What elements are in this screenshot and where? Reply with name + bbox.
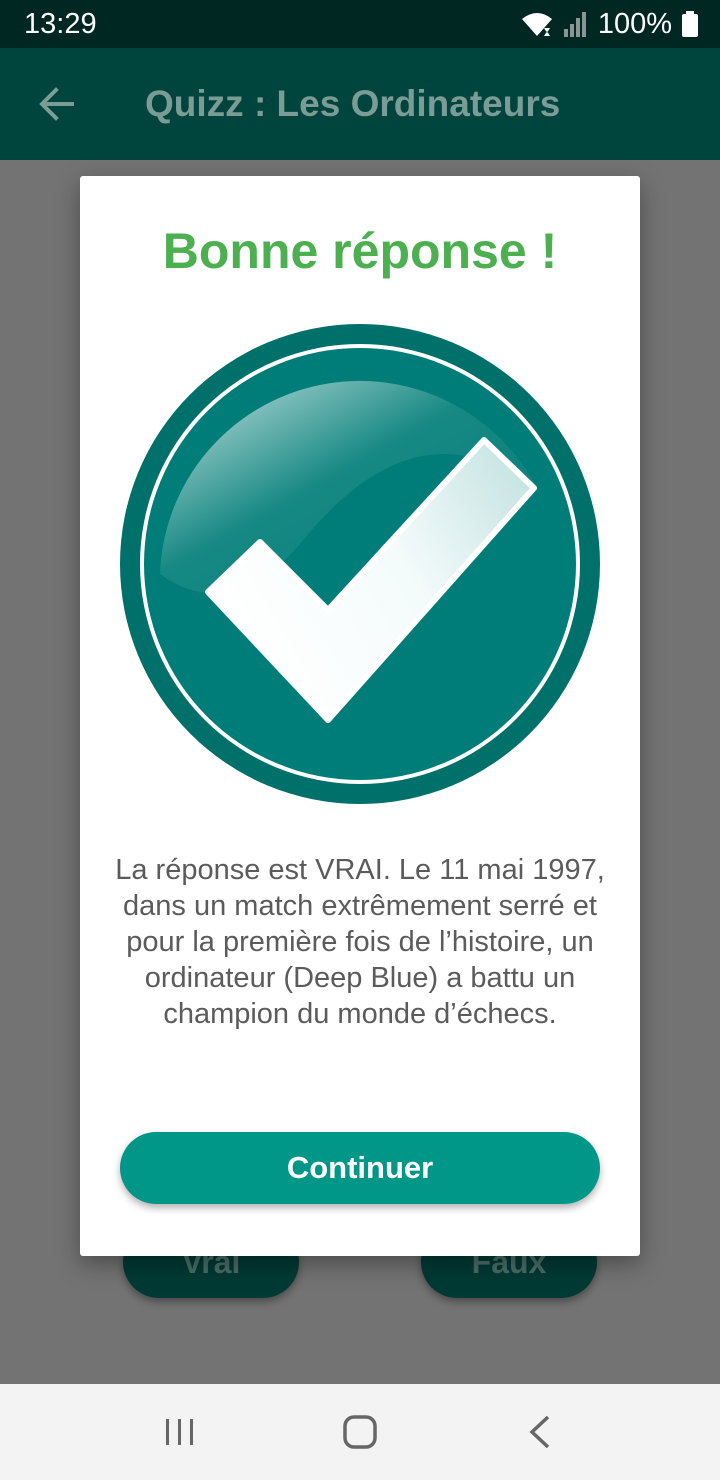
page-title: Quizz : Les Ordinateurs — [145, 83, 561, 124]
signal-icon — [563, 12, 586, 37]
nav-back-button[interactable] — [500, 1392, 580, 1472]
status-icons: 100% — [520, 8, 698, 41]
check-circle-icon — [120, 324, 600, 804]
status-time: 13:29 — [24, 7, 97, 40]
answer-explanation: La réponse est VRAI. Le 11 mai 1997, dan… — [115, 854, 605, 1030]
system-nav-bar — [0, 1384, 720, 1480]
recent-apps-button[interactable] — [140, 1392, 220, 1472]
dialog-title: Bonne réponse ! — [162, 223, 558, 279]
home-button[interactable] — [320, 1392, 400, 1472]
recent-apps-icon — [166, 1419, 193, 1445]
status-bar: 13:29 100% — [0, 0, 720, 48]
arrow-left-icon — [39, 87, 74, 121]
wifi-icon — [521, 13, 552, 36]
continue-button[interactable]: Continuer — [120, 1132, 600, 1204]
home-icon — [343, 1415, 377, 1449]
back-button[interactable] — [0, 48, 112, 160]
battery-icon — [682, 11, 698, 37]
back-icon — [529, 1415, 550, 1449]
app-bar: Quizz : Les Ordinateurs — [0, 48, 720, 160]
battery-percent: 100% — [597, 7, 672, 40]
